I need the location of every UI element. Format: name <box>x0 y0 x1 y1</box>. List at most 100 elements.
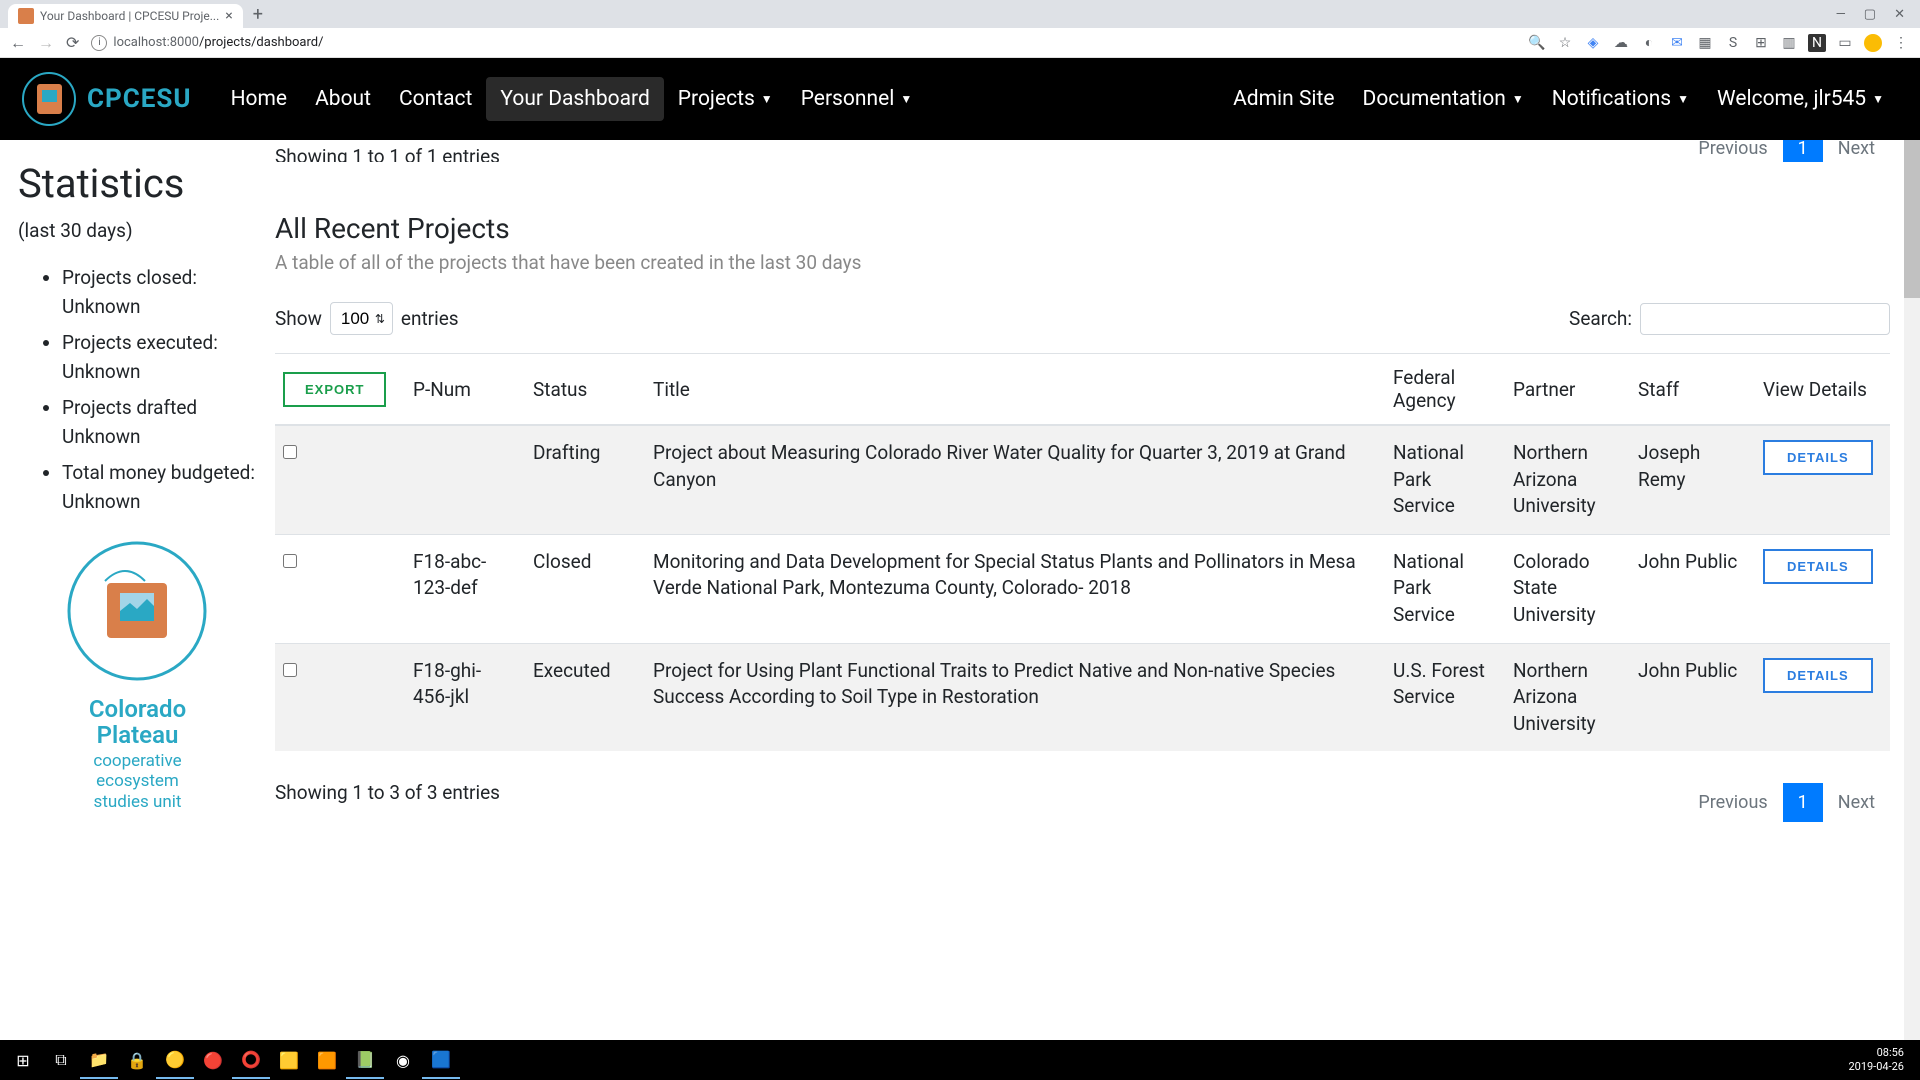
url-field[interactable]: i localhost:8000/projects/dashboard/ <box>91 35 1516 51</box>
nav-about[interactable]: About <box>301 77 385 121</box>
page-1-button[interactable]: 1 <box>1783 783 1823 822</box>
favicon-icon <box>18 8 34 24</box>
col-status[interactable]: Status <box>525 354 645 426</box>
menu-icon[interactable]: ⋮ <box>1892 34 1910 52</box>
details-button[interactable]: DETAILS <box>1763 549 1873 584</box>
chrome-icon-3[interactable]: ⭕ <box>232 1041 270 1079</box>
nav-home[interactable]: Home <box>217 77 302 121</box>
table-row: Drafting Project about Measuring Colorad… <box>275 425 1890 534</box>
ext-icon-8[interactable]: ▥ <box>1780 34 1798 52</box>
nav-personnel[interactable]: Personnel▼ <box>787 77 927 121</box>
nav-links-left: Home About Contact Your Dashboard Projec… <box>217 77 927 121</box>
system-tray[interactable]: 08:56 2019-04-26 <box>1848 1046 1916 1075</box>
nav-contact[interactable]: Contact <box>385 77 486 121</box>
close-icon[interactable]: ✕ <box>1894 7 1905 22</box>
app-icon-5[interactable]: ◉ <box>384 1041 422 1079</box>
search-input[interactable] <box>1640 303 1890 335</box>
browser-tab[interactable]: Your Dashboard | CPCESU Proje... × <box>8 4 243 28</box>
cell-pnum <box>405 425 525 534</box>
url-text: localhost:8000/projects/dashboard/ <box>113 35 323 50</box>
details-button[interactable]: DETAILS <box>1763 658 1873 693</box>
details-button[interactable]: DETAILS <box>1763 440 1873 475</box>
nav-documentation[interactable]: Documentation▼ <box>1349 77 1538 121</box>
cast-icon[interactable]: ▭ <box>1836 34 1854 52</box>
profile-icon[interactable] <box>1864 34 1882 52</box>
ext-icon-4[interactable]: ✉ <box>1668 34 1686 52</box>
table-footer: Showing 1 to 3 of 3 entries Previous 1 N… <box>275 773 1890 812</box>
zoom-icon[interactable]: 🔍 <box>1528 34 1546 52</box>
caret-down-icon: ▼ <box>1677 92 1689 106</box>
ext-icon-6[interactable]: S <box>1724 34 1742 52</box>
nav-links-right: Admin Site Documentation▼ Notifications▼… <box>1219 77 1898 121</box>
info-icon[interactable]: i <box>91 35 107 51</box>
app-icon-1[interactable]: 🔒 <box>118 1041 156 1079</box>
new-tab-button[interactable]: + <box>243 4 273 25</box>
top-pagination: Previous 1 Next <box>1683 140 1890 162</box>
ext-icon-3[interactable]: ◐ <box>1640 34 1658 52</box>
col-partner[interactable]: Partner <box>1505 354 1630 426</box>
col-agency[interactable]: Federal Agency <box>1385 354 1505 426</box>
ext-icon-7[interactable]: ⊞ <box>1752 34 1770 52</box>
scrollbar[interactable] <box>1904 58 1920 1040</box>
row-checkbox[interactable] <box>283 663 297 677</box>
chrome-icon-2[interactable]: 🔴 <box>194 1041 232 1079</box>
cell-agency: National Park Service <box>1385 534 1505 643</box>
ext-icon-1[interactable]: ◈ <box>1584 34 1602 52</box>
col-title[interactable]: Title <box>645 354 1385 426</box>
forward-icon[interactable]: → <box>38 33 54 53</box>
cell-status: Executed <box>525 643 645 751</box>
col-details[interactable]: View Details <box>1755 354 1890 426</box>
next-button[interactable]: Next <box>1823 140 1890 162</box>
cell-staff: John Public <box>1630 534 1755 643</box>
export-button[interactable]: EXPORT <box>283 372 386 407</box>
ext-icon-5[interactable]: ▦ <box>1696 34 1714 52</box>
minimize-icon[interactable]: — <box>1836 7 1846 22</box>
entries-select[interactable]: 100 <box>330 302 393 335</box>
row-checkbox[interactable] <box>283 445 297 459</box>
brand-logo[interactable]: CPCESU <box>22 72 192 127</box>
search-label: Search: <box>1569 307 1632 330</box>
ext-icon-9[interactable]: N <box>1808 34 1826 52</box>
back-icon[interactable]: ← <box>10 33 26 53</box>
col-pnum[interactable]: P-Num <box>405 354 525 426</box>
sidebar-subtitle: (last 30 days) <box>18 219 257 242</box>
start-icon[interactable]: ⊞ <box>4 1041 42 1079</box>
chrome-icon-1[interactable]: 🟡 <box>156 1041 194 1079</box>
tab-close-icon[interactable]: × <box>225 8 232 24</box>
section-subtitle: A table of all of the projects that have… <box>275 251 1890 274</box>
col-staff[interactable]: Staff <box>1630 354 1755 426</box>
top-navigation: CPCESU Home About Contact Your Dashboard… <box>0 58 1920 140</box>
star-icon[interactable]: ☆ <box>1556 34 1574 52</box>
app-icon-2[interactable]: 🟨 <box>270 1041 308 1079</box>
prev-button[interactable]: Previous <box>1683 783 1782 822</box>
nav-welcome[interactable]: Welcome, jlr545▼ <box>1703 77 1898 121</box>
app-icon-4[interactable]: 📗 <box>346 1041 384 1079</box>
logo-icon <box>22 72 77 127</box>
reload-icon[interactable]: ⟳ <box>66 33 79 52</box>
file-explorer-icon[interactable]: 📁 <box>80 1041 118 1079</box>
projects-table: EXPORT P-Num Status Title Federal Agency… <box>275 353 1890 751</box>
maximize-icon[interactable]: ▢ <box>1864 7 1876 22</box>
nav-admin[interactable]: Admin Site <box>1219 77 1348 121</box>
nav-dashboard[interactable]: Your Dashboard <box>486 77 663 121</box>
next-button[interactable]: Next <box>1823 783 1890 822</box>
table-row: F18-abc-123-def Closed Monitoring and Da… <box>275 534 1890 643</box>
row-checkbox[interactable] <box>283 554 297 568</box>
page-1-button[interactable]: 1 <box>1783 140 1823 162</box>
logo-text-2: Plateau <box>18 722 257 748</box>
task-view-icon[interactable]: ⧉ <box>42 1041 80 1079</box>
prev-button[interactable]: Previous <box>1683 140 1782 162</box>
cell-title: Project for Using Plant Functional Trait… <box>645 643 1385 751</box>
app-icon-3[interactable]: 🟧 <box>308 1041 346 1079</box>
top-showing-text: Showing 1 to 1 of 1 entries <box>275 145 500 162</box>
sidebar-logo-icon <box>55 541 220 696</box>
stats-list: Projects closed: Unknown Projects execut… <box>18 264 257 516</box>
extension-icons: 🔍 ☆ ◈ ☁ ◐ ✉ ▦ S ⊞ ▥ N ▭ ⋮ <box>1528 34 1910 52</box>
caret-down-icon: ▼ <box>761 92 773 106</box>
app-icon-6[interactable]: 🟦 <box>422 1041 460 1079</box>
nav-projects[interactable]: Projects▼ <box>664 77 787 121</box>
clock-time: 08:56 <box>1848 1046 1904 1060</box>
nav-notifications[interactable]: Notifications▼ <box>1538 77 1703 121</box>
window-controls: — ▢ ✕ <box>1836 7 1920 22</box>
ext-icon-2[interactable]: ☁ <box>1612 34 1630 52</box>
